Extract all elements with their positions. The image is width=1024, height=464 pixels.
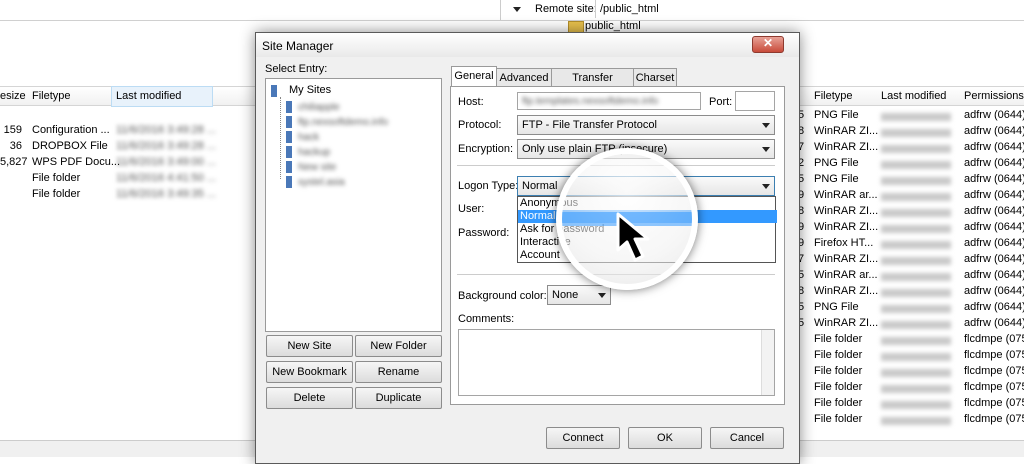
col-last-modified[interactable]: Last modified [881,90,946,102]
last-modified-cell [881,113,951,121]
last-modified-cell [881,273,951,281]
col-filetype[interactable]: Filetype [814,90,853,102]
remote-file-list: 5 PNG File adfrw (0644) 8 WinRAR ZI... adfrw … [798,109,1024,425]
password-label: Password: [458,227,510,239]
chevron-down-icon [598,293,606,298]
last-modified-cell [881,321,951,329]
magnifier-callout [556,148,698,290]
comments-label: Comments: [458,313,515,325]
delete-button[interactable]: Delete [266,387,353,409]
dialog-title-bar [256,33,799,57]
last-modified-cell [881,385,951,393]
select-entry-label: Select Entry: [265,63,328,75]
tree-site-item[interactable]: chiliapple [286,101,340,113]
tree-root-my-sites[interactable]: My Sites [289,84,331,96]
host-label: Host: [458,96,484,108]
local-path-dropdown[interactable] [500,0,529,20]
remote-path-input[interactable]: /public_html [595,0,1024,18]
server-icon [286,131,292,143]
new-bookmark-button[interactable]: New Bookmark [266,361,353,383]
duplicate-button[interactable]: Duplicate [355,387,442,409]
comments-textarea[interactable] [458,329,775,396]
tab-general[interactable]: General [451,66,497,87]
server-icon [286,161,292,173]
encryption-label: Encryption: [458,143,514,155]
last-modified-cell [881,417,951,425]
logon-type-label: Logon Type: [458,180,519,192]
background-color-select[interactable]: None [547,285,611,305]
dialog-title: Site Manager [262,39,334,53]
chevron-down-icon [762,123,770,128]
cursor-arrow-icon [616,212,650,262]
chevron-down-icon [762,147,770,152]
remote-site-label: Remote site: [535,3,597,15]
tree-item-public-html[interactable]: public_html [585,20,641,32]
close-button[interactable]: ✕ [752,36,784,53]
last-modified-cell [881,257,951,265]
col-filesize[interactable]: esize [0,90,26,102]
table-row[interactable]: 5,827 WPS PDF Docu... 11/6/2016 3:49:00 ..… [0,156,216,172]
last-modified-cell [881,209,951,217]
tab-transfer-settings[interactable]: Transfer Settings [551,68,634,102]
last-modified-cell [881,353,951,361]
chevron-down-icon [513,7,521,12]
tab-charset[interactable]: Charset [633,68,677,87]
last-modified-cell [881,241,951,249]
last-modified-cell [881,225,951,233]
last-modified-cell [881,129,951,137]
top-bar: Remote site: /public_html [0,0,1024,21]
tree-site-item[interactable]: systel.asia [286,176,345,188]
ok-button[interactable]: OK [628,427,702,449]
last-modified-cell [881,369,951,377]
server-icon [286,146,292,158]
tree-line [280,97,282,179]
tree-site-item[interactable]: hack [286,131,319,143]
site-manager-dialog: Site Manager ✕ Select Entry: My Sites ch… [255,32,800,464]
host-input[interactable]: ftp.templates.nexsoftdemo.info [517,92,701,110]
table-row[interactable]: File folder 11/6/2016 4:41:50 ... [0,172,216,188]
last-modified-cell [881,193,951,201]
cancel-button[interactable]: Cancel [710,427,784,449]
col-filetype[interactable]: Filetype [32,90,71,102]
background-color-label: Background color: [458,290,547,302]
close-icon: ✕ [763,36,774,50]
last-modified-cell [881,305,951,313]
local-status-bar [0,440,256,457]
tree-site-item[interactable]: hackup [286,146,330,158]
tab-advanced[interactable]: Advanced [496,68,552,87]
last-modified-cell [881,145,951,153]
last-modified-cell [881,337,951,345]
server-icon [286,176,292,188]
remote-status-bar [798,440,1024,457]
port-input[interactable] [735,91,775,111]
last-modified-cell [881,401,951,409]
protocol-label: Protocol: [458,119,502,131]
table-row[interactable]: 159 Configuration ... 11/6/2016 3:49:28 ..… [0,124,216,140]
protocol-select[interactable]: FTP - File Transfer Protocol [517,115,775,135]
last-modified-cell [881,289,951,297]
last-modified-cell [881,177,951,185]
port-label: Port: [709,96,733,108]
server-icon [286,101,292,113]
tree-site-item[interactable]: New site [286,161,336,173]
remote-file-header: Filetype Last modified Permissions [798,86,1024,106]
connect-button[interactable]: Connect [546,427,620,449]
table-row[interactable]: File folder 11/6/2016 3:49:35 ... [0,188,216,204]
table-row[interactable]: 36 DROPBOX File 11/6/2016 3:49:28 ... [0,140,216,156]
tree-site-item[interactable]: ftp.nexsoftdemo.info [286,116,388,128]
last-modified-cell [881,161,951,169]
site-tree[interactable]: My Sites chiliapple ftp.nexsoftdemo.info h… [265,78,442,332]
col-permissions[interactable]: Permissions [964,90,1024,102]
rename-button[interactable]: Rename [355,361,442,383]
user-label: User: [458,203,485,215]
scrollbar[interactable] [761,330,774,395]
col-last-modified-overlay: Last modified [116,90,182,102]
server-icon [286,116,292,128]
new-site-button[interactable]: New Site [266,335,353,357]
server-icon [271,85,277,97]
new-folder-button[interactable]: New Folder [355,335,442,357]
chevron-down-icon [762,184,770,189]
